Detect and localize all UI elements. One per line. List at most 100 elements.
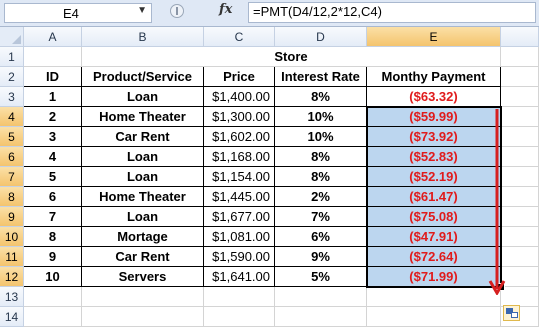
cell-a11[interactable]: 9 bbox=[24, 247, 82, 267]
cell-d8[interactable]: 2% bbox=[275, 187, 367, 207]
down-arrow-icon bbox=[488, 109, 506, 295]
cell-a8[interactable]: 6 bbox=[24, 187, 82, 207]
cell-a12[interactable]: 10 bbox=[24, 267, 82, 287]
cell-b6[interactable]: Loan bbox=[82, 147, 204, 167]
cell-c12[interactable]: $1,641.00 bbox=[204, 267, 275, 287]
header-cell-a[interactable]: ID bbox=[24, 67, 82, 87]
cell-a7[interactable]: 5 bbox=[24, 167, 82, 187]
cell-f3[interactable] bbox=[501, 87, 539, 107]
row-header-8[interactable]: 8 bbox=[0, 187, 24, 207]
cell-e10[interactable]: ($47.91) bbox=[367, 227, 501, 247]
column-header-blank[interactable] bbox=[501, 27, 539, 47]
row-header-5[interactable]: 5 bbox=[0, 127, 24, 147]
column-header-b[interactable]: B bbox=[82, 27, 204, 47]
column-header-c[interactable]: C bbox=[204, 27, 275, 47]
cell-a9[interactable]: 7 bbox=[24, 207, 82, 227]
cell-c13[interactable] bbox=[204, 287, 275, 307]
cell-b8[interactable]: Home Theater bbox=[82, 187, 204, 207]
cell-d10[interactable]: 6% bbox=[275, 227, 367, 247]
cell-a6[interactable]: 4 bbox=[24, 147, 82, 167]
row-header-14[interactable]: 14 bbox=[0, 307, 24, 327]
cell-d6[interactable]: 8% bbox=[275, 147, 367, 167]
column-header-e[interactable]: E bbox=[367, 27, 501, 47]
cell-b7[interactable]: Loan bbox=[82, 167, 204, 187]
cell-c9[interactable]: $1,677.00 bbox=[204, 207, 275, 227]
cell-d3[interactable]: 8% bbox=[275, 87, 367, 107]
sheet-title[interactable]: Store bbox=[82, 47, 501, 67]
cell-e9[interactable]: ($75.08) bbox=[367, 207, 501, 227]
cell-b4[interactable]: Home Theater bbox=[82, 107, 204, 127]
auto-fill-options-icon[interactable] bbox=[503, 305, 520, 321]
cell-c3[interactable]: $1,400.00 bbox=[204, 87, 275, 107]
cell-f1[interactable] bbox=[501, 47, 539, 67]
cell-e11[interactable]: ($72.64) bbox=[367, 247, 501, 267]
formula-bar-resize-icon[interactable] bbox=[170, 4, 184, 18]
cell-b9[interactable]: Loan bbox=[82, 207, 204, 227]
cell-b10[interactable]: Mortage bbox=[82, 227, 204, 247]
cell-c6[interactable]: $1,168.00 bbox=[204, 147, 275, 167]
cell-e3[interactable]: ($63.32) bbox=[367, 87, 501, 107]
header-cell-e[interactable]: Monthy Payment bbox=[367, 67, 501, 87]
row-header-10[interactable]: 10 bbox=[0, 227, 24, 247]
column-header-d[interactable]: D bbox=[275, 27, 367, 47]
row-header-2[interactable]: 2 bbox=[0, 67, 24, 87]
cell-a10[interactable]: 8 bbox=[24, 227, 82, 247]
cell-d14[interactable] bbox=[275, 307, 367, 327]
formula-bar: E4 ▼ fx =PMT(D4/12,2*12,C4) bbox=[0, 0, 539, 27]
cell-b5[interactable]: Car Rent bbox=[82, 127, 204, 147]
cell-e5[interactable]: ($73.92) bbox=[367, 127, 501, 147]
select-all-button[interactable] bbox=[0, 27, 24, 47]
cell-c11[interactable]: $1,590.00 bbox=[204, 247, 275, 267]
cell-d11[interactable]: 9% bbox=[275, 247, 367, 267]
cell-d9[interactable]: 7% bbox=[275, 207, 367, 227]
column-header-a[interactable]: A bbox=[24, 27, 82, 47]
cell-e14[interactable] bbox=[367, 307, 501, 327]
chevron-down-icon[interactable]: ▼ bbox=[137, 5, 147, 16]
cell-d4[interactable]: 10% bbox=[275, 107, 367, 127]
cell-c7[interactable]: $1,154.00 bbox=[204, 167, 275, 187]
cell-d5[interactable]: 10% bbox=[275, 127, 367, 147]
row-header-13[interactable]: 13 bbox=[0, 287, 24, 307]
cell-c8[interactable]: $1,445.00 bbox=[204, 187, 275, 207]
cell-a13[interactable] bbox=[24, 287, 82, 307]
insert-function-button[interactable]: fx bbox=[219, 2, 245, 22]
header-cell-d[interactable]: Interest Rate bbox=[275, 67, 367, 87]
cell-e6[interactable]: ($52.83) bbox=[367, 147, 501, 167]
row-header-1[interactable]: 1 bbox=[0, 47, 24, 67]
cell-a4[interactable]: 2 bbox=[24, 107, 82, 127]
cell-d7[interactable]: 8% bbox=[275, 167, 367, 187]
header-cell-c[interactable]: Price bbox=[204, 67, 275, 87]
cell-b13[interactable] bbox=[82, 287, 204, 307]
cell-e12[interactable]: ($71.99) bbox=[367, 267, 501, 287]
cell-e4[interactable]: ($59.99) bbox=[367, 107, 501, 127]
row-header-11[interactable]: 11 bbox=[0, 247, 24, 267]
row-header-12[interactable]: 12 bbox=[0, 267, 24, 287]
name-box[interactable]: E4 ▼ bbox=[4, 3, 152, 23]
cell-b3[interactable]: Loan bbox=[82, 87, 204, 107]
row-header-4[interactable]: 4 bbox=[0, 107, 24, 127]
cell-c14[interactable] bbox=[204, 307, 275, 327]
cell-c4[interactable]: $1,300.00 bbox=[204, 107, 275, 127]
cell-c5[interactable]: $1,602.00 bbox=[204, 127, 275, 147]
row-header-6[interactable]: 6 bbox=[0, 147, 24, 167]
cell-e8[interactable]: ($61.47) bbox=[367, 187, 501, 207]
cell-b14[interactable] bbox=[82, 307, 204, 327]
row-header-9[interactable]: 9 bbox=[0, 207, 24, 227]
cell-e13[interactable] bbox=[367, 287, 501, 307]
formula-input[interactable]: =PMT(D4/12,2*12,C4) bbox=[248, 2, 536, 23]
cell-f2[interactable] bbox=[501, 67, 539, 87]
cell-a3[interactable]: 1 bbox=[24, 87, 82, 107]
cell-c10[interactable]: $1,081.00 bbox=[204, 227, 275, 247]
cell-a1[interactable] bbox=[24, 47, 82, 67]
cell-a5[interactable]: 3 bbox=[24, 127, 82, 147]
cell-b12[interactable]: Servers bbox=[82, 267, 204, 287]
cell-a14[interactable] bbox=[24, 307, 82, 327]
row-header-7[interactable]: 7 bbox=[0, 167, 24, 187]
cell-e7[interactable]: ($52.19) bbox=[367, 167, 501, 187]
name-box-value: E4 bbox=[63, 6, 79, 21]
header-cell-b[interactable]: Product/Service bbox=[82, 67, 204, 87]
cell-d12[interactable]: 5% bbox=[275, 267, 367, 287]
cell-b11[interactable]: Car Rent bbox=[82, 247, 204, 267]
cell-d13[interactable] bbox=[275, 287, 367, 307]
row-header-3[interactable]: 3 bbox=[0, 87, 24, 107]
